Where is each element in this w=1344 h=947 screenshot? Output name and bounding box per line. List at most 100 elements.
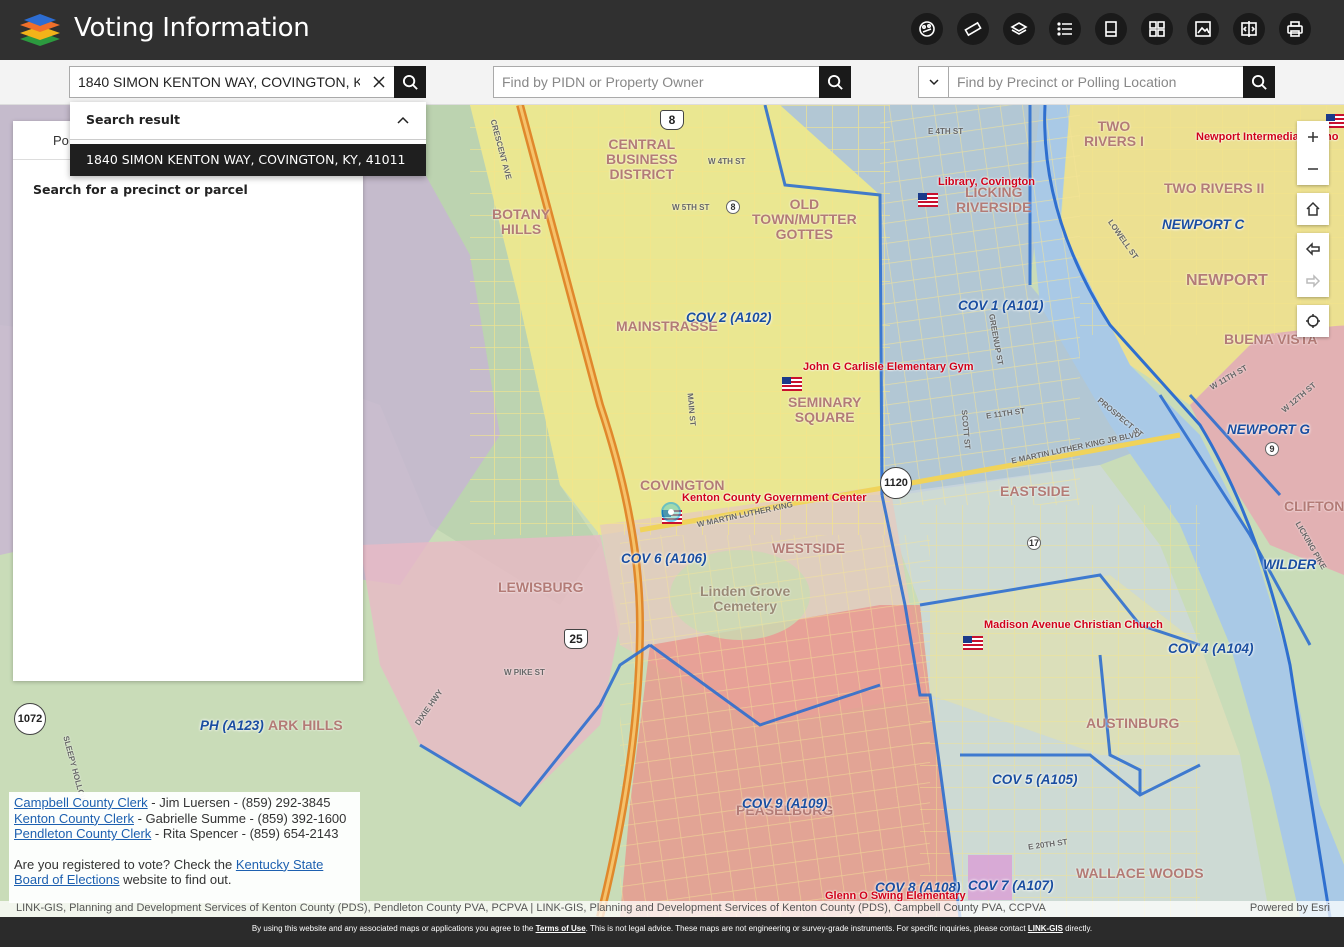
swipe-icon[interactable]: [1233, 13, 1265, 45]
hood-label-wallace: WALLACE WOODS: [1076, 865, 1204, 881]
search-strip: [0, 60, 1344, 105]
route-shield: 8: [726, 200, 740, 214]
app-header: Voting Information: [0, 0, 1344, 60]
precinct-label-ph[interactable]: PH (A123): [200, 718, 264, 733]
chevron-down-icon: [928, 79, 939, 86]
panel-tab[interactable]: Po: [53, 133, 69, 148]
precinct-label-cov7[interactable]: COV 7 (A107): [968, 878, 1054, 893]
search-result-marker-icon: [661, 502, 681, 522]
precinct-label-cov2[interactable]: COV 2 (A102): [686, 310, 772, 325]
grid-icon[interactable]: [1141, 13, 1173, 45]
precinct-label-cov1[interactable]: COV 1 (A101): [958, 298, 1044, 313]
legend-icon[interactable]: [1049, 13, 1081, 45]
polling-flag-icon[interactable]: [918, 193, 938, 207]
next-extent-button[interactable]: [1297, 265, 1329, 297]
street-label: W 4TH ST: [708, 157, 746, 166]
footer-post: directly.: [1062, 924, 1093, 933]
hood-label-clifton: CLIFTON: [1284, 498, 1344, 514]
header-toolbar: [911, 13, 1311, 45]
street-label: W PIKE ST: [504, 668, 545, 677]
street-label: W 5TH ST: [672, 203, 710, 212]
precinct-search-input[interactable]: [949, 67, 1239, 97]
hood-label-lewisburg: LEWISBURG: [498, 579, 584, 595]
pendleton-clerk-link[interactable]: Pendleton County Clerk: [14, 826, 151, 841]
print-icon[interactable]: [1279, 13, 1311, 45]
clear-search-icon[interactable]: [371, 74, 387, 90]
polling-label-madison[interactable]: Madison Avenue Christian Church: [984, 619, 1163, 631]
polling-flag-icon[interactable]: [963, 636, 983, 650]
address-search-box: [69, 66, 426, 98]
polling-label-carlisle[interactable]: John G Carlisle Elementary Gym: [803, 361, 974, 373]
route-shield: 1120: [880, 467, 912, 499]
campbell-clerk-text: - Jim Luersen - (859) 292-3845: [147, 795, 331, 810]
layers-icon[interactable]: [1003, 13, 1035, 45]
search-icon: [827, 74, 843, 90]
precinct-label-cov4[interactable]: COV 4 (A104): [1168, 641, 1254, 656]
address-search-input[interactable]: [70, 67, 360, 97]
hood-label-licking: LICKING RIVERSIDE: [956, 184, 1032, 215]
hood-label-austinburg: AUSTINBURG: [1086, 715, 1180, 731]
attribution-text: LINK-GIS, Planning and Development Servi…: [16, 902, 1046, 914]
hood-label-linden: Linden Grove Cemetery: [700, 583, 791, 614]
search-source-dropdown[interactable]: [919, 67, 949, 97]
disclaimer-footer: By using this website and any associated…: [0, 917, 1344, 947]
image-export-icon[interactable]: [1187, 13, 1219, 45]
precinct-label-newportg[interactable]: NEWPORT G: [1227, 422, 1310, 437]
footer-pre: By using this website and any associated…: [251, 924, 536, 933]
hood-label-tworivers2: TWO RIVERS II: [1164, 180, 1265, 196]
registered-text: Are you registered to vote? Check the: [14, 856, 236, 872]
search-result-item[interactable]: 1840 SIMON KENTON WAY, COVINGTON, KY, 41…: [70, 144, 426, 176]
hood-label-cbd: CENTRAL BUSINESS DISTRICT: [606, 136, 678, 182]
precinct-label-cov5[interactable]: COV 5 (A105): [992, 772, 1078, 787]
search-results-heading: Search result: [86, 112, 180, 127]
precinct-label-cov6[interactable]: COV 6 (A106): [621, 551, 707, 566]
chevron-up-icon[interactable]: [396, 114, 410, 128]
previous-extent-button[interactable]: [1297, 233, 1329, 265]
pidn-search-button[interactable]: [819, 66, 851, 98]
street-label: E 4TH ST: [928, 127, 964, 136]
home-icon: [1306, 201, 1320, 216]
zoom-controls: [1297, 121, 1329, 185]
terms-link[interactable]: Terms of Use: [536, 924, 586, 933]
bookmark-icon[interactable]: [1095, 13, 1127, 45]
address-search-button[interactable]: [394, 66, 426, 98]
arrow-left-icon: [1305, 242, 1320, 256]
zoom-out-button[interactable]: [1297, 153, 1329, 185]
precinct-label-newportc[interactable]: NEWPORT C: [1162, 217, 1244, 232]
pendleton-clerk-text: - Rita Spencer - (859) 654-2143: [151, 826, 339, 841]
polling-flag-icon[interactable]: [782, 377, 802, 391]
kenton-clerk-link[interactable]: Kenton County Clerk: [14, 811, 134, 826]
campbell-clerk-link[interactable]: Campbell County Clerk: [14, 795, 148, 810]
measure-icon[interactable]: [957, 13, 989, 45]
footer-mid: . This is not legal advice. These maps a…: [585, 924, 1028, 933]
linkgis-link[interactable]: LINK-GIS: [1028, 924, 1063, 933]
polling-label-kenton[interactable]: Kenton County Government Center: [682, 492, 867, 504]
hood-label-oldtown: OLD TOWN/MUTTER GOTTES: [752, 196, 857, 242]
search-icon: [402, 74, 418, 90]
panel-message: Search for a precinct or parcel: [33, 182, 248, 197]
clerk-contacts: Campbell County Clerk - Jim Luersen - (8…: [9, 792, 360, 903]
powered-by-esri[interactable]: Powered by Esri: [1250, 902, 1330, 914]
pidn-search-input[interactable]: [494, 67, 814, 97]
app-title: Voting Information: [74, 13, 310, 43]
crosshair-icon: [1306, 314, 1320, 328]
zoom-in-button[interactable]: [1297, 121, 1329, 153]
hood-label-parkhills: ARK HILLS: [268, 717, 343, 733]
navigation-history: [1297, 233, 1329, 297]
arrow-right-icon: [1306, 274, 1321, 288]
app-root: Voting Information 1840 SIMON KENTON WAY…: [0, 0, 1344, 947]
locate-button[interactable]: [1297, 305, 1329, 337]
map-attribution: LINK-GIS, Planning and Development Servi…: [0, 901, 1344, 917]
home-button[interactable]: [1297, 193, 1329, 225]
polling-label-library[interactable]: Library, Covington: [938, 176, 1035, 188]
search-results-header[interactable]: Search result: [70, 102, 426, 140]
search-icon: [1251, 74, 1267, 90]
layers-logo-icon: [20, 14, 60, 46]
info-panel: Po Search for a precinct or parcel: [13, 121, 363, 681]
precinct-label-wilder[interactable]: WILDER: [1263, 557, 1316, 572]
basemap-icon[interactable]: [911, 13, 943, 45]
precinct-search-box: [918, 66, 1275, 98]
precinct-search-button[interactable]: [1243, 66, 1275, 98]
precinct-label-cov9[interactable]: COV 9 (A109): [742, 796, 828, 811]
route-shield: 17: [1027, 536, 1041, 550]
